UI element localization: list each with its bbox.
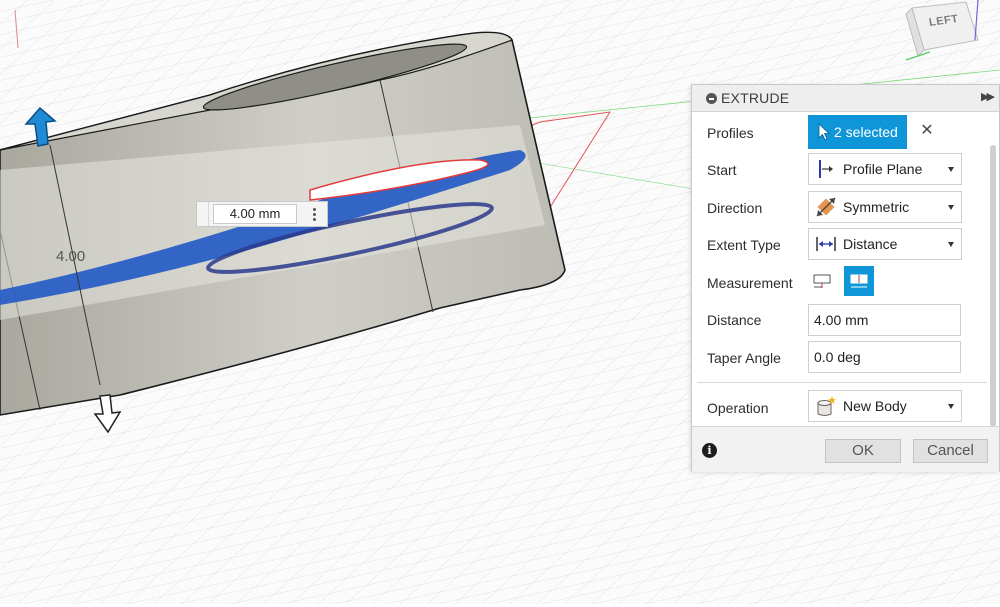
- operation-dropdown[interactable]: New Body: [808, 390, 962, 422]
- direction-dropdown[interactable]: Symmetric: [808, 191, 962, 223]
- symmetric-icon: [816, 197, 836, 217]
- start-value: Profile Plane: [843, 161, 923, 177]
- dialog-scrollbar[interactable]: [990, 145, 996, 427]
- minus-circle-icon[interactable]: [706, 93, 717, 104]
- profiles-selection-count: 2 selected: [834, 124, 898, 140]
- canvas-distance-input[interactable]: 4.00 mm: [196, 201, 328, 227]
- ok-button[interactable]: OK: [825, 439, 901, 463]
- chevron-down-icon: [948, 166, 954, 172]
- profiles-selection-button[interactable]: 2 selected: [808, 115, 907, 149]
- distance-arrows-icon: [816, 237, 836, 251]
- taper-angle-field[interactable]: 0.0 deg: [808, 341, 961, 373]
- whole-length-icon: [850, 274, 868, 288]
- more-options-icon[interactable]: [303, 202, 325, 226]
- operation-value: New Body: [843, 398, 907, 414]
- extent-type-label: Extent Type: [707, 237, 781, 253]
- cursor-icon: [818, 123, 831, 141]
- dialog-footer: i OK Cancel: [692, 426, 999, 472]
- half-length-icon: [813, 274, 831, 288]
- dialog-header[interactable]: EXTRUDE ▶▶: [692, 85, 999, 112]
- direction-value: Symmetric: [843, 199, 910, 215]
- drag-grip[interactable]: [197, 202, 209, 226]
- x-icon[interactable]: ✕: [919, 122, 935, 140]
- distance-field[interactable]: 4.00 mm: [808, 304, 961, 336]
- operation-label: Operation: [707, 400, 769, 416]
- measurement-label: Measurement: [707, 275, 793, 291]
- profile-plane-icon: [819, 160, 833, 178]
- canvas-distance-field[interactable]: 4.00 mm: [213, 204, 297, 224]
- extrude-dialog: EXTRUDE ▶▶ Profiles 2 selected ✕ Start P…: [691, 84, 1000, 472]
- taper-angle-label: Taper Angle: [707, 350, 781, 366]
- chevron-down-icon: [948, 241, 954, 247]
- dimension-label: 4.00: [56, 248, 86, 265]
- extent-type-dropdown[interactable]: Distance: [808, 228, 962, 260]
- whole-length-button[interactable]: [844, 266, 874, 296]
- double-chevron-right-icon[interactable]: ▶▶: [981, 90, 995, 103]
- chevron-down-icon: [948, 204, 954, 210]
- profiles-label: Profiles: [707, 125, 754, 141]
- chevron-down-icon: [948, 403, 954, 409]
- distance-label: Distance: [707, 312, 762, 328]
- half-length-button[interactable]: [808, 266, 838, 296]
- cancel-button[interactable]: Cancel: [913, 439, 988, 463]
- start-dropdown[interactable]: Profile Plane: [808, 153, 962, 185]
- extent-type-value: Distance: [843, 236, 898, 252]
- new-body-icon: [817, 396, 836, 416]
- start-label: Start: [707, 162, 737, 178]
- dialog-title: EXTRUDE: [721, 90, 790, 106]
- divider: [697, 382, 987, 383]
- info-icon[interactable]: i: [702, 443, 717, 458]
- direction-label: Direction: [707, 200, 763, 216]
